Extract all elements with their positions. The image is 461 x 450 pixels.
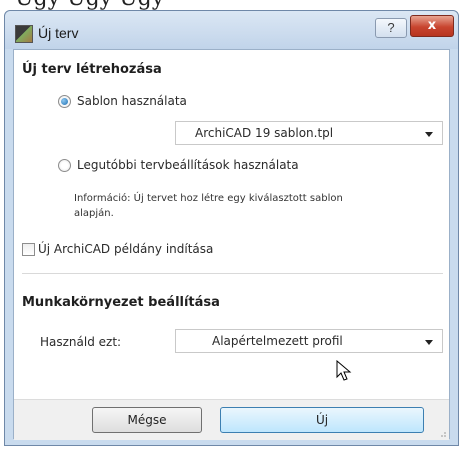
new-plan-section-title: Új terv létrehozása [22, 62, 162, 77]
new-instance-checkbox-label[interactable]: Új ArchiCAD példány indítása [38, 242, 213, 256]
new-instance-checkbox[interactable] [22, 243, 35, 256]
archicad-icon [15, 25, 33, 43]
title-bar[interactable]: Új terv ? x [5, 11, 458, 49]
button-bar: Mégse Új [14, 399, 449, 440]
template-radio[interactable] [58, 95, 71, 108]
template-radio-label[interactable]: Sablon használata [77, 94, 187, 108]
template-dropdown-value: ArchiCAD 19 sablon.tpl [195, 126, 334, 140]
close-button[interactable]: x [410, 15, 454, 37]
resize-grip-icon[interactable] [437, 428, 447, 438]
recent-settings-radio[interactable] [58, 159, 71, 172]
new-button[interactable]: Új [220, 407, 424, 433]
template-dropdown[interactable]: ArchiCAD 19 sablon.tpl [175, 121, 443, 145]
section-divider [22, 273, 443, 274]
profile-dropdown-value: Alapértelmezett profil [212, 334, 343, 348]
recent-settings-radio-label[interactable]: Legutóbbi tervbeállítások használata [77, 158, 299, 172]
mouse-cursor-icon [336, 360, 352, 381]
cropped-top-area: Úgy Úgy Úgy [0, 0, 461, 11]
help-button[interactable]: ? [375, 18, 407, 38]
dialog-content: Új terv létrehozása Sablon használata Ar… [13, 49, 450, 440]
cancel-button[interactable]: Mégse [92, 407, 202, 433]
new-plan-dialog: Új terv ? x Új terv létrehozása Sablon h… [4, 10, 459, 446]
workspace-section-title: Munkakörnyezet beállítása [22, 295, 220, 310]
profile-dropdown[interactable]: Alapértelmezett profil [175, 329, 443, 353]
use-profile-label: Használd ezt: [40, 335, 122, 349]
window-title: Új terv [38, 25, 79, 41]
info-text: Információ: Új tervet hoz létre egy kivá… [74, 193, 343, 219]
chevron-down-icon [425, 132, 433, 137]
chevron-down-icon [425, 340, 433, 345]
